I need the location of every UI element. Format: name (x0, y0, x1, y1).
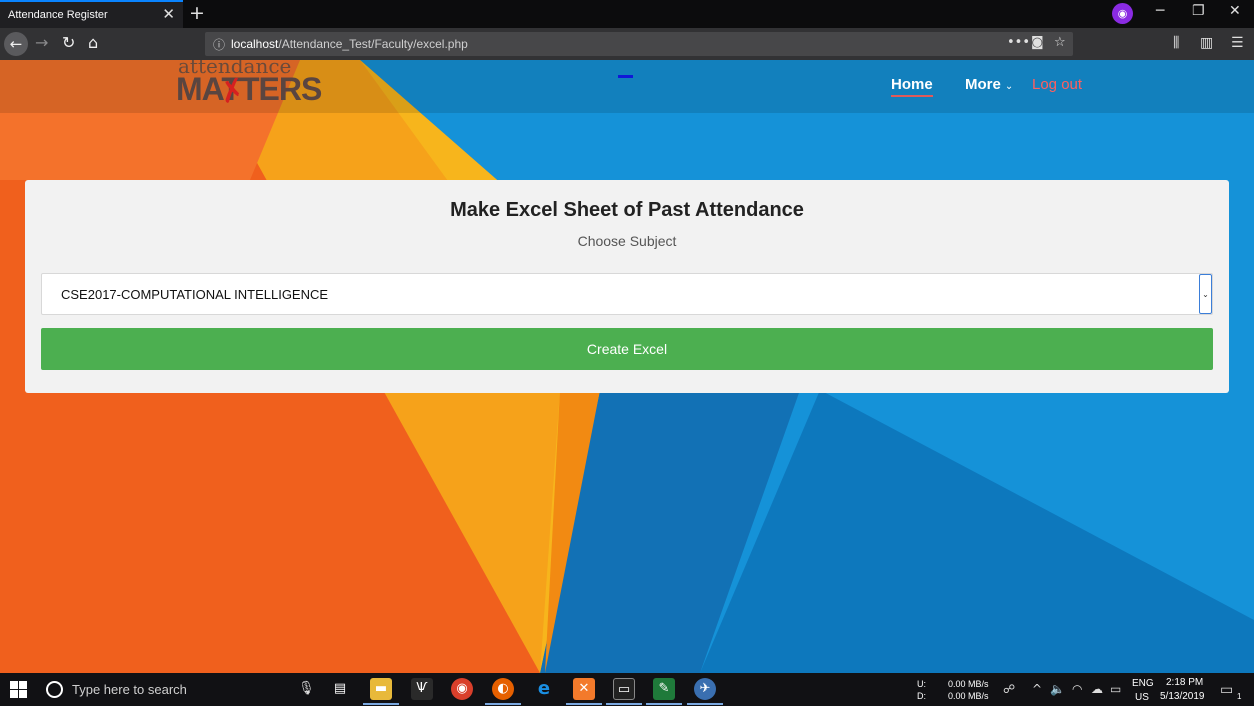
clock-date[interactable]: 5/13/2019 (1160, 691, 1205, 702)
chevron-down-icon: ⌄ (1004, 81, 1014, 92)
lang-top[interactable]: ENG (1132, 678, 1154, 689)
url-bar[interactable]: ⓘ localhost/Attendance_Test/Faculty/exce… (205, 32, 1073, 56)
taskbar-search-input[interactable]: Type here to search (72, 682, 187, 697)
battery-icon[interactable]: ▭ (1110, 682, 1121, 696)
pocket-icon[interactable]: ◙ (1031, 35, 1044, 50)
subject-select-value: CSE2017-COMPUTATIONAL INTELLIGENCE (61, 287, 329, 302)
active-indicator (363, 703, 399, 705)
page-viewport: attendance MATTERS ✗ Home More ⌄ Log out … (0, 60, 1254, 673)
back-icon[interactable]: ← (4, 32, 28, 56)
tab-title: Attendance Register (8, 9, 108, 21)
star-icon[interactable]: ☆ (1054, 35, 1066, 50)
terminal-icon[interactable]: ▭ (613, 678, 635, 700)
nav-more[interactable]: More ⌄ (965, 76, 1013, 93)
net-up-speed: 0.00 MB/s (948, 679, 989, 689)
notification-count: 1 (1237, 692, 1242, 701)
file-explorer-icon[interactable]: ▬ (370, 678, 392, 700)
chevron-up-icon[interactable]: ^ (1032, 682, 1042, 696)
net-up-label: U: (917, 679, 926, 689)
net-down-label: D: (917, 691, 926, 701)
active-indicator (566, 703, 602, 705)
menu-icon[interactable]: ☰ (1231, 35, 1244, 51)
microphone-icon[interactable]: 🎙 (298, 681, 315, 696)
browser-nav-bar: ← → ↻ ⌂ ⓘ localhost/Attendance_Test/Facu… (0, 28, 1254, 60)
home-icon[interactable]: ⌂ (88, 33, 98, 52)
create-excel-button[interactable]: Create Excel (41, 328, 1213, 370)
close-tab-icon[interactable]: ✕ (162, 5, 175, 23)
xampp-icon[interactable]: ✕ (573, 678, 595, 700)
site-header: attendance MATTERS ✗ Home More ⌄ Log out (0, 60, 1254, 113)
library-icon[interactable]: ⫼ (1173, 35, 1179, 51)
restore-icon[interactable]: ❐ (1192, 3, 1205, 19)
wifi-icon[interactable]: ◠ (1072, 682, 1082, 696)
active-indicator (687, 703, 723, 705)
excel-form-card: Make Excel Sheet of Past Attendance Choo… (25, 180, 1229, 393)
subject-select[interactable]: CSE2017-COMPUTATIONAL INTELLIGENCE ⌄ (41, 273, 1213, 315)
chrome-icon[interactable]: ◉ (451, 678, 473, 700)
game-app-icon[interactable]: Ѱ (411, 678, 433, 700)
notification-icon[interactable]: ▭ (1220, 682, 1233, 698)
tab-attendance-register[interactable]: Attendance Register ✕ (0, 0, 183, 28)
clock-time[interactable]: 2:18 PM (1166, 677, 1203, 688)
sidebar-icon[interactable]: ▥ (1200, 35, 1213, 51)
firefox-icon[interactable]: ◐ (492, 678, 514, 700)
url-text[interactable]: localhost/Attendance_Test/Faculty/excel.… (231, 37, 468, 51)
excel-icon[interactable]: ✎ (653, 678, 675, 700)
page-title: Make Excel Sheet of Past Attendance (450, 199, 804, 221)
active-indicator (646, 703, 682, 705)
new-tab-icon[interactable]: + (189, 2, 205, 24)
private-mask-icon[interactable]: ◉ (1112, 3, 1133, 24)
info-icon[interactable]: ⓘ (213, 36, 225, 53)
form-subtitle: Choose Subject (577, 233, 677, 249)
browser-tab-bar: Attendance Register ✕ + ◉ ─ ❐ ✕ (0, 0, 1254, 28)
nav-home[interactable]: Home (891, 76, 933, 97)
app-icon[interactable]: ✈ (694, 678, 716, 700)
decorative-dash (618, 75, 633, 78)
nav-logout[interactable]: Log out (1032, 76, 1082, 93)
cloud-icon[interactable]: ☁ (1091, 682, 1103, 696)
windows-start-icon[interactable] (10, 681, 28, 699)
people-icon[interactable]: ☍ (1003, 682, 1015, 696)
lang-bottom[interactable]: US (1135, 692, 1149, 703)
edge-icon[interactable]: e (533, 678, 555, 700)
minimize-icon[interactable]: ─ (1156, 3, 1164, 19)
active-indicator (606, 703, 642, 705)
active-indicator (485, 703, 521, 705)
cortana-icon[interactable] (46, 681, 63, 698)
chevron-down-icon[interactable]: ⌄ (1199, 274, 1212, 314)
close-window-icon[interactable]: ✕ (1229, 3, 1241, 19)
windows-taskbar: Type here to search 🎙 ▤ ▬ Ѱ ◉ ◐ e ✕ ▭ ✎ … (0, 673, 1254, 706)
net-down-speed: 0.00 MB/s (948, 691, 989, 701)
forward-icon[interactable]: → (35, 33, 48, 52)
more-dots-icon[interactable]: ••• (1007, 35, 1030, 50)
reload-icon[interactable]: ↻ (62, 33, 75, 52)
task-view-icon[interactable]: ▤ (329, 678, 351, 700)
volume-icon[interactable]: 🔈 (1050, 682, 1065, 696)
site-logo[interactable]: attendance MATTERS ✗ (176, 60, 322, 112)
